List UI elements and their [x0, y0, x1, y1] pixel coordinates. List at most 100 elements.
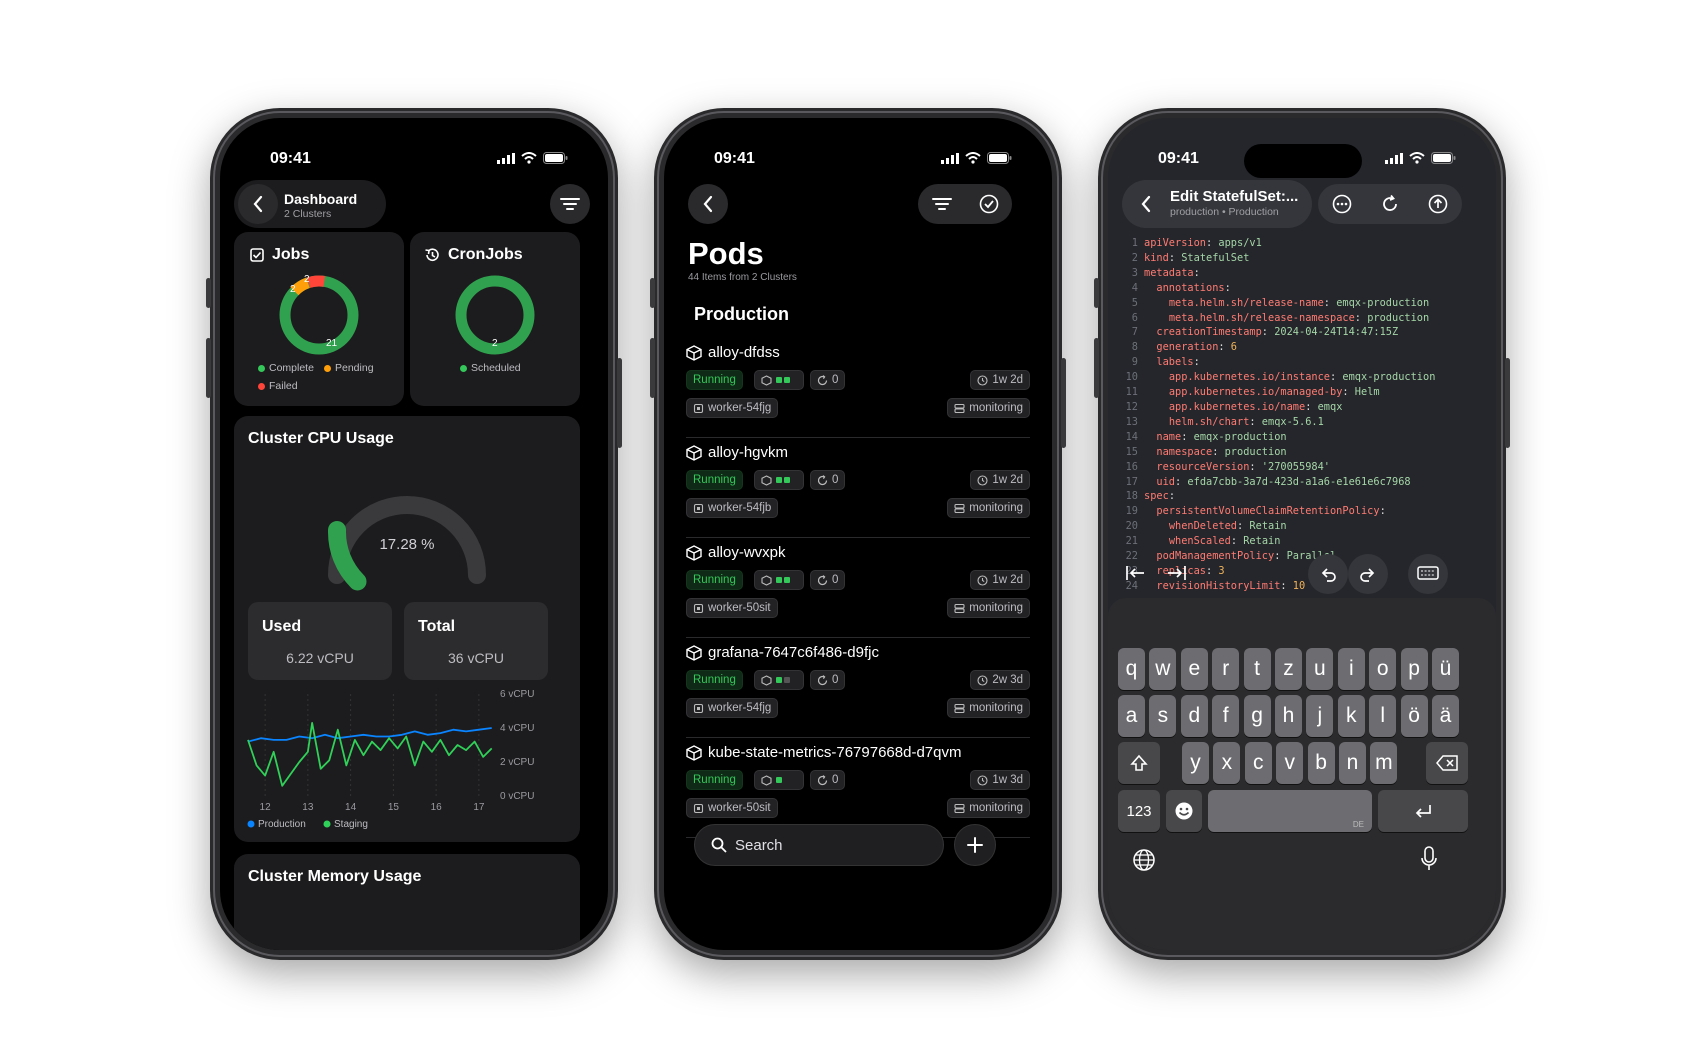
more-icon[interactable]: [1332, 194, 1352, 214]
restart-icon: [817, 374, 828, 385]
x-tick-label: 12: [260, 802, 272, 813]
pod-row[interactable]: alloy-wvxpk Running 0 1w 2d worker-50sit moni…: [686, 538, 1030, 638]
node-chip: worker-54fjg: [686, 398, 779, 418]
return-icon: [1415, 805, 1431, 818]
pod-row[interactable]: alloy-hgvkm Running 0 1w 2d worker-54fjb moni…: [686, 438, 1030, 538]
yaml-editor[interactable]: 1 apiVersion: apps/v1 2 kind: StatefulSet 3 m…: [1114, 236, 1484, 594]
redo-button[interactable]: [1348, 554, 1388, 594]
key-l[interactable]: l: [1369, 695, 1397, 737]
cronjobs-card[interactable]: CronJobs 2 Scheduled: [410, 232, 580, 406]
code-line: 4 annotations:: [1131, 281, 1231, 294]
signal-icon: [1385, 152, 1403, 164]
key-x[interactable]: x: [1213, 742, 1241, 784]
jobs-card[interactable]: Jobs 2 2 21 Complete Pending Failed: [234, 232, 404, 406]
pod-row[interactable]: alloy-dfdss Running 0 1w 2d worker-54fjg moni…: [686, 338, 1030, 438]
key-ü[interactable]: ü: [1432, 648, 1459, 690]
key-u[interactable]: u: [1306, 648, 1334, 690]
key-k[interactable]: k: [1337, 695, 1365, 737]
server-icon: [954, 603, 965, 613]
node-chip: worker-50sit: [686, 598, 778, 618]
key-v[interactable]: v: [1276, 742, 1304, 784]
age-chip: 2w 3d: [970, 670, 1030, 690]
y-tick-label: 6 vCPU: [500, 689, 534, 700]
pod-name: grafana-7647c6f486-d9fjc: [708, 644, 879, 661]
key-m[interactable]: m: [1370, 742, 1398, 784]
emoji-key[interactable]: [1166, 790, 1202, 832]
shift-key[interactable]: [1118, 742, 1160, 784]
namespace-chip: monitoring: [947, 698, 1030, 718]
cube-icon: [761, 774, 772, 786]
back-button[interactable]: [1126, 184, 1166, 224]
back-button[interactable]: [688, 184, 728, 224]
key-w[interactable]: w: [1149, 648, 1177, 690]
pod-namespace: monitoring: [969, 502, 1023, 514]
numbers-key[interactable]: 123: [1118, 790, 1160, 832]
node-chip: worker-54fjg: [686, 698, 779, 718]
key-t[interactable]: t: [1243, 648, 1271, 690]
key-f[interactable]: f: [1212, 695, 1240, 737]
search-icon: [711, 837, 727, 853]
upload-icon[interactable]: [1428, 194, 1448, 214]
server-icon: [954, 503, 965, 513]
key-y[interactable]: y: [1182, 742, 1209, 784]
key-h[interactable]: h: [1275, 695, 1302, 737]
wifi-icon: [1409, 152, 1425, 164]
status-badge: Running: [686, 770, 743, 790]
key-g[interactable]: g: [1243, 695, 1271, 737]
pod-name: alloy-hgvkm: [708, 444, 789, 461]
key-z[interactable]: z: [1275, 648, 1302, 690]
outdent-icon[interactable]: [1126, 564, 1146, 582]
pod-age: 1w 2d: [992, 574, 1023, 586]
indent-icon[interactable]: [1166, 564, 1186, 582]
key-s[interactable]: s: [1149, 695, 1177, 737]
key-r[interactable]: r: [1212, 648, 1240, 690]
node-chip: worker-54fjb: [686, 498, 779, 518]
server-icon: [954, 403, 965, 413]
key-e[interactable]: e: [1180, 648, 1208, 690]
key-d[interactable]: d: [1180, 695, 1208, 737]
restart-icon: [817, 674, 828, 685]
cube-icon: [686, 444, 702, 461]
key-ä[interactable]: ä: [1432, 695, 1459, 737]
pod-row[interactable]: kube-state-metrics-76797668d-d7qvm Runnin…: [686, 738, 1030, 838]
pod-row[interactable]: grafana-7647c6f486-d9fjc Running 0 2w 3d wor…: [686, 638, 1030, 738]
space-key[interactable]: DE: [1208, 790, 1372, 832]
key-n[interactable]: n: [1339, 742, 1366, 784]
x-tick-label: 17: [473, 802, 485, 813]
delete-key[interactable]: [1426, 742, 1468, 784]
restart-count: 0: [832, 774, 839, 786]
key-a[interactable]: a: [1118, 695, 1145, 737]
return-key[interactable]: [1378, 790, 1468, 832]
restart-icon: [817, 574, 828, 585]
software-keyboard: qwertzuiopü asdfghjklöä yxcvbnm 123 DE: [1108, 598, 1496, 950]
cube-icon: [761, 574, 772, 586]
key-i[interactable]: i: [1337, 648, 1365, 690]
undo-button[interactable]: [1308, 554, 1348, 594]
key-j[interactable]: j: [1306, 695, 1334, 737]
pod-namespace: monitoring: [969, 802, 1023, 814]
hide-keyboard-button[interactable]: [1408, 554, 1448, 594]
key-ö[interactable]: ö: [1400, 695, 1428, 737]
add-button[interactable]: [954, 824, 996, 866]
status-bar: 09:41: [664, 118, 1052, 178]
reload-icon[interactable]: [1380, 194, 1400, 214]
pod-title: alloy-dfdss: [686, 344, 780, 361]
node-chip: worker-50sit: [686, 798, 778, 818]
filter-button[interactable]: [550, 184, 590, 224]
key-p[interactable]: p: [1400, 648, 1428, 690]
key-o[interactable]: o: [1369, 648, 1397, 690]
globe-icon[interactable]: [1132, 848, 1156, 872]
search-input[interactable]: Search: [694, 824, 944, 866]
key-c[interactable]: c: [1244, 742, 1272, 784]
key-q[interactable]: q: [1118, 648, 1145, 690]
cube-icon: [686, 744, 702, 761]
back-button[interactable]: [238, 184, 278, 224]
checkmark-circle-icon[interactable]: [979, 194, 999, 214]
filter-icon[interactable]: [931, 197, 952, 211]
editor-screen: 09:41 Edit StatefulSet:... production • …: [1108, 118, 1496, 950]
restart-count: 0: [832, 574, 839, 586]
key-b[interactable]: b: [1307, 742, 1335, 784]
microphone-icon[interactable]: [1420, 846, 1438, 872]
total-title: Total: [418, 618, 456, 635]
jobs-complete-label: 21: [326, 338, 338, 349]
